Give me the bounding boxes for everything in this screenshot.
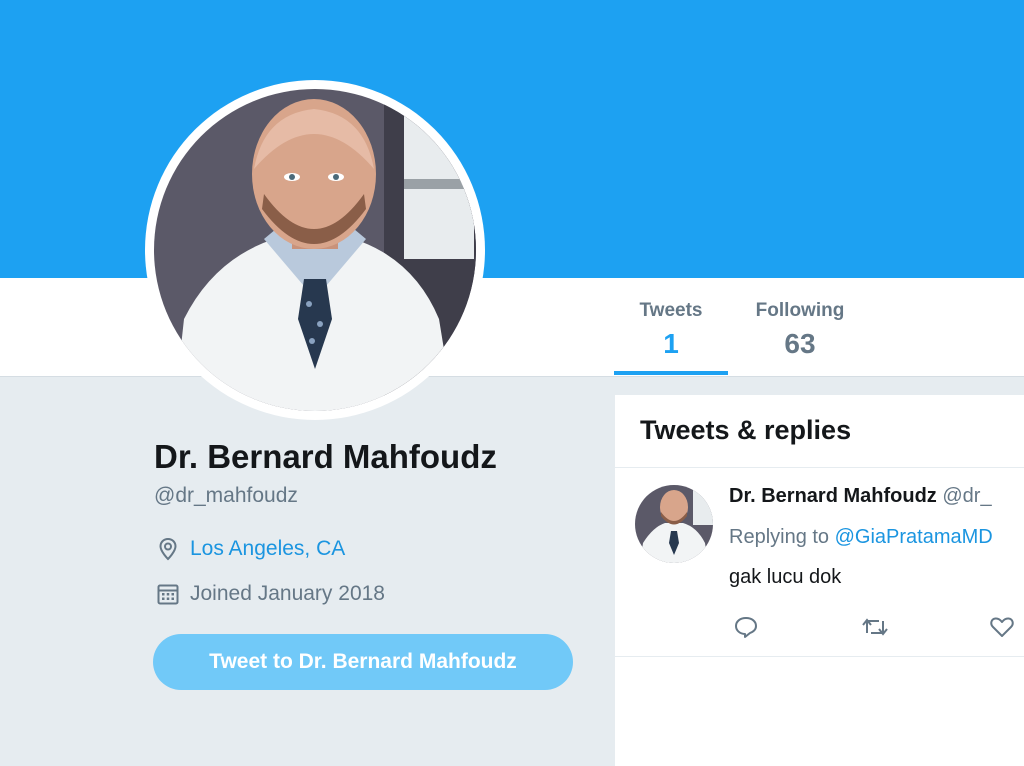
profile-name: Dr. Bernard Mahfoudz: [154, 438, 497, 475]
tweet-divider: [615, 656, 1024, 657]
reply-mention-link[interactable]: @GiaPratamaMD: [835, 526, 993, 548]
profile-location: Los Angeles, CA: [156, 537, 345, 561]
profile-handle: @dr_mahfoudz: [154, 484, 298, 507]
timeline-panel: Tweets & replies Dr. Bernard Mahfoudz @d…: [615, 395, 1024, 766]
tweets-stat[interactable]: Tweets 1: [628, 300, 714, 360]
tweet-author-handle[interactable]: @dr_: [942, 485, 991, 507]
tweet-text: gak lucu dok: [729, 566, 842, 588]
tweet-author-name[interactable]: Dr. Bernard Mahfoudz: [729, 485, 937, 507]
following-stat-label: Following: [755, 300, 845, 321]
profile-avatar-image: [154, 89, 476, 411]
tweet-author-avatar[interactable]: [635, 485, 713, 563]
active-tab-indicator: [614, 371, 728, 375]
reply-icon[interactable]: [733, 615, 759, 644]
tweet-header: Dr. Bernard Mahfoudz @dr_: [729, 485, 992, 508]
timeline-divider: [615, 467, 1024, 468]
calendar-icon: [157, 584, 179, 605]
timeline-title: Tweets & replies: [640, 415, 852, 445]
profile-avatar[interactable]: [145, 80, 485, 420]
tweet-replying-to: Replying to @GiaPratamaMD: [729, 526, 993, 549]
tweets-stat-count: 1: [663, 328, 679, 359]
like-icon[interactable]: [989, 615, 1015, 644]
location-link[interactable]: Los Angeles, CA: [190, 537, 345, 561]
tweet-to-button[interactable]: Tweet to Dr. Bernard Mahfoudz: [153, 634, 573, 690]
following-stat[interactable]: Following 63: [748, 300, 852, 360]
following-stat-count: 63: [784, 328, 816, 359]
retweet-icon[interactable]: [860, 615, 890, 644]
tweet-avatar-image: [635, 485, 713, 563]
location-pin-icon: [159, 537, 177, 561]
profile-joined: Joined January 2018: [156, 582, 385, 606]
replying-to-label: Replying to: [729, 526, 830, 548]
tweets-stat-label: Tweets: [639, 300, 703, 321]
joined-date: Joined January 2018: [190, 582, 385, 605]
